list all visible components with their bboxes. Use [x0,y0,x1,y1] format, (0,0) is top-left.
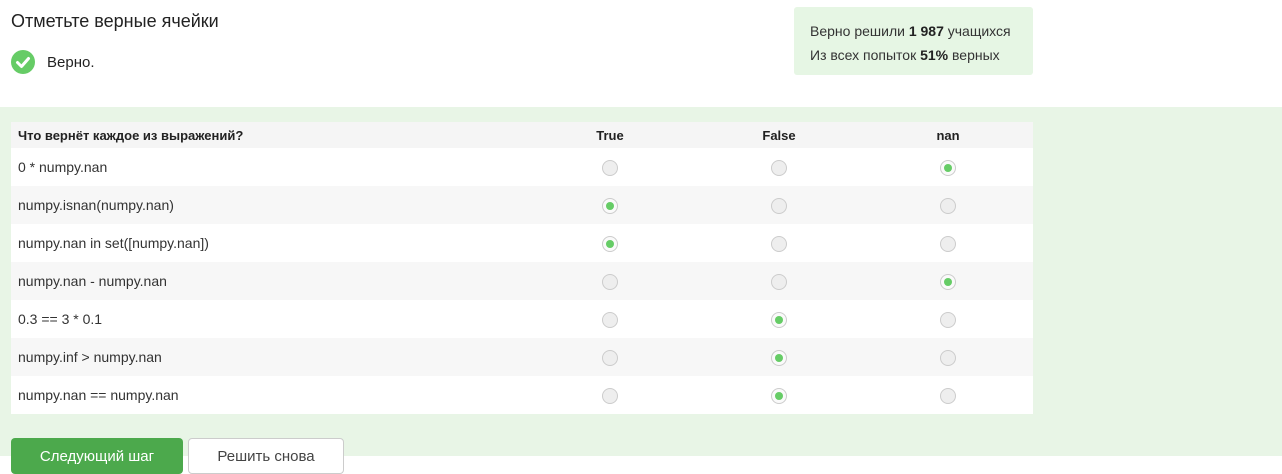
radio-nan[interactable] [940,311,956,328]
stats-attempts-prefix: Из всех попыток [810,47,917,63]
radio-nan[interactable] [940,349,956,366]
matrix-cell-false [695,300,863,338]
check-circle-icon [11,50,35,74]
stats-panel: Верно решили 1 987 учащихся Из всех попы… [794,7,1033,75]
verdict: Верно. [11,50,94,74]
matrix-row: numpy.inf > numpy.nan [11,338,1033,376]
radio-nan[interactable] [940,235,956,252]
stats-solved-count: 1 987 [908,23,944,39]
stats-solved-prefix: Верно решили [810,23,905,39]
matrix-row: 0.3 == 3 * 0.1 [11,300,1033,338]
answer-matrix: Что вернёт каждое из выражений? True Fal… [11,122,1033,414]
matrix-cell-true [525,338,695,376]
matrix-row-label: 0.3 == 3 * 0.1 [11,300,525,338]
stats-attempts-percent: 51% [920,47,949,63]
radio-true[interactable] [602,387,618,404]
radio-true[interactable] [602,197,618,214]
verdict-text: Верно. [47,53,95,71]
radio-false[interactable] [771,387,787,404]
radio-false[interactable] [771,311,787,328]
matrix-row-label: numpy.nan == numpy.nan [11,376,525,414]
matrix-cell-true [525,186,695,224]
matrix-cell-nan [863,148,1033,186]
column-header-true: True [525,122,695,148]
radio-false[interactable] [771,235,787,252]
radio-nan[interactable] [940,387,956,404]
matrix-cell-false [695,262,863,300]
matrix-cell-true [525,224,695,262]
page-title: Отметьте верные ячейки [11,11,219,31]
radio-false[interactable] [771,159,787,176]
matrix-cell-false [695,376,863,414]
radio-nan[interactable] [940,273,956,290]
matrix-cell-true [525,262,695,300]
radio-true[interactable] [602,349,618,366]
matrix-row-label: 0 * numpy.nan [11,148,525,186]
column-header-nan: nan [863,122,1033,148]
matrix-row: numpy.nan - numpy.nan [11,262,1033,300]
matrix-cell-nan [863,186,1033,224]
task-header: Отметьте верные ячейки Верно. Верно реши… [0,0,1282,107]
stats-attempts-suffix: верных [952,47,1000,63]
matrix-question-header: Что вернёт каждое из выражений? [11,122,525,148]
radio-nan[interactable] [940,197,956,214]
radio-false[interactable] [771,197,787,214]
matrix-row: numpy.nan in set([numpy.nan]) [11,224,1033,262]
stats-attempts: Из всех попыток 51% верных [810,43,1017,67]
radio-true[interactable] [602,311,618,328]
stats-solved: Верно решили 1 987 учащихся [810,19,1017,43]
matrix-cell-true [525,376,695,414]
matrix-row: numpy.isnan(numpy.nan) [11,186,1033,224]
matrix-cell-nan [863,338,1033,376]
radio-true[interactable] [602,235,618,252]
retry-button[interactable]: Решить снова [188,438,344,474]
radio-true[interactable] [602,273,618,290]
next-step-button[interactable]: Следующий шаг [11,438,183,474]
matrix-cell-false [695,148,863,186]
matrix-cell-false [695,186,863,224]
radio-false[interactable] [771,273,787,290]
matrix-row-label: numpy.nan - numpy.nan [11,262,525,300]
matrix-row-label: numpy.isnan(numpy.nan) [11,186,525,224]
radio-true[interactable] [602,159,618,176]
matrix-row-label: numpy.nan in set([numpy.nan]) [11,224,525,262]
matrix-row: numpy.nan == numpy.nan [11,376,1033,414]
matrix-cell-nan [863,224,1033,262]
matrix-cell-false [695,338,863,376]
matrix-row-label: numpy.inf > numpy.nan [11,338,525,376]
radio-nan[interactable] [940,159,956,176]
matrix-cell-nan [863,262,1033,300]
matrix-header-row: Что вернёт каждое из выражений? True Fal… [11,122,1033,148]
matrix-cell-nan [863,300,1033,338]
matrix-cell-true [525,148,695,186]
radio-false[interactable] [771,349,787,366]
matrix-cell-false [695,224,863,262]
column-header-false: False [695,122,863,148]
matrix-cell-true [525,300,695,338]
stats-solved-suffix: учащихся [947,23,1011,39]
matrix-cell-nan [863,376,1033,414]
matrix-row: 0 * numpy.nan [11,148,1033,186]
